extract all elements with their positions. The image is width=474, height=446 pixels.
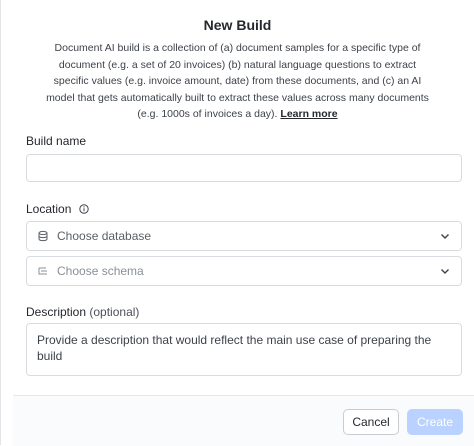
database-select[interactable]: Choose database [26, 221, 462, 251]
dialog-footer: Cancel Create [13, 395, 474, 446]
description-label-text: Description [26, 305, 87, 319]
create-button[interactable]: Create [407, 409, 463, 435]
schema-select-placeholder: Choose schema [57, 264, 144, 278]
chevron-down-icon [441, 234, 449, 239]
location-label-text: Location [26, 202, 72, 216]
learn-more-link[interactable]: Learn more [280, 108, 337, 120]
schema-select[interactable]: Choose schema [26, 256, 462, 286]
database-icon [38, 230, 48, 242]
description-text: Document AI build is a collection of (a)… [46, 42, 429, 120]
cancel-button[interactable]: Cancel [343, 409, 399, 435]
database-select-placeholder: Choose database [57, 229, 152, 243]
build-name-label: Build name [26, 134, 87, 148]
schema-icon [38, 267, 47, 275]
dialog-description: Document AI build is a collection of (a)… [45, 40, 430, 123]
dialog-title: New Build [203, 17, 272, 33]
location-label: Location [26, 202, 89, 216]
build-name-input[interactable] [26, 154, 462, 182]
description-textarea[interactable]: Provide a description that would reflect… [26, 323, 462, 376]
new-build-dialog: New Build Document AI build is a collect… [0, 0, 474, 446]
description-optional-text: (optional) [89, 305, 140, 319]
description-label: Description (optional) [26, 305, 139, 319]
chevron-down-icon [441, 269, 449, 274]
info-icon[interactable] [79, 204, 89, 214]
